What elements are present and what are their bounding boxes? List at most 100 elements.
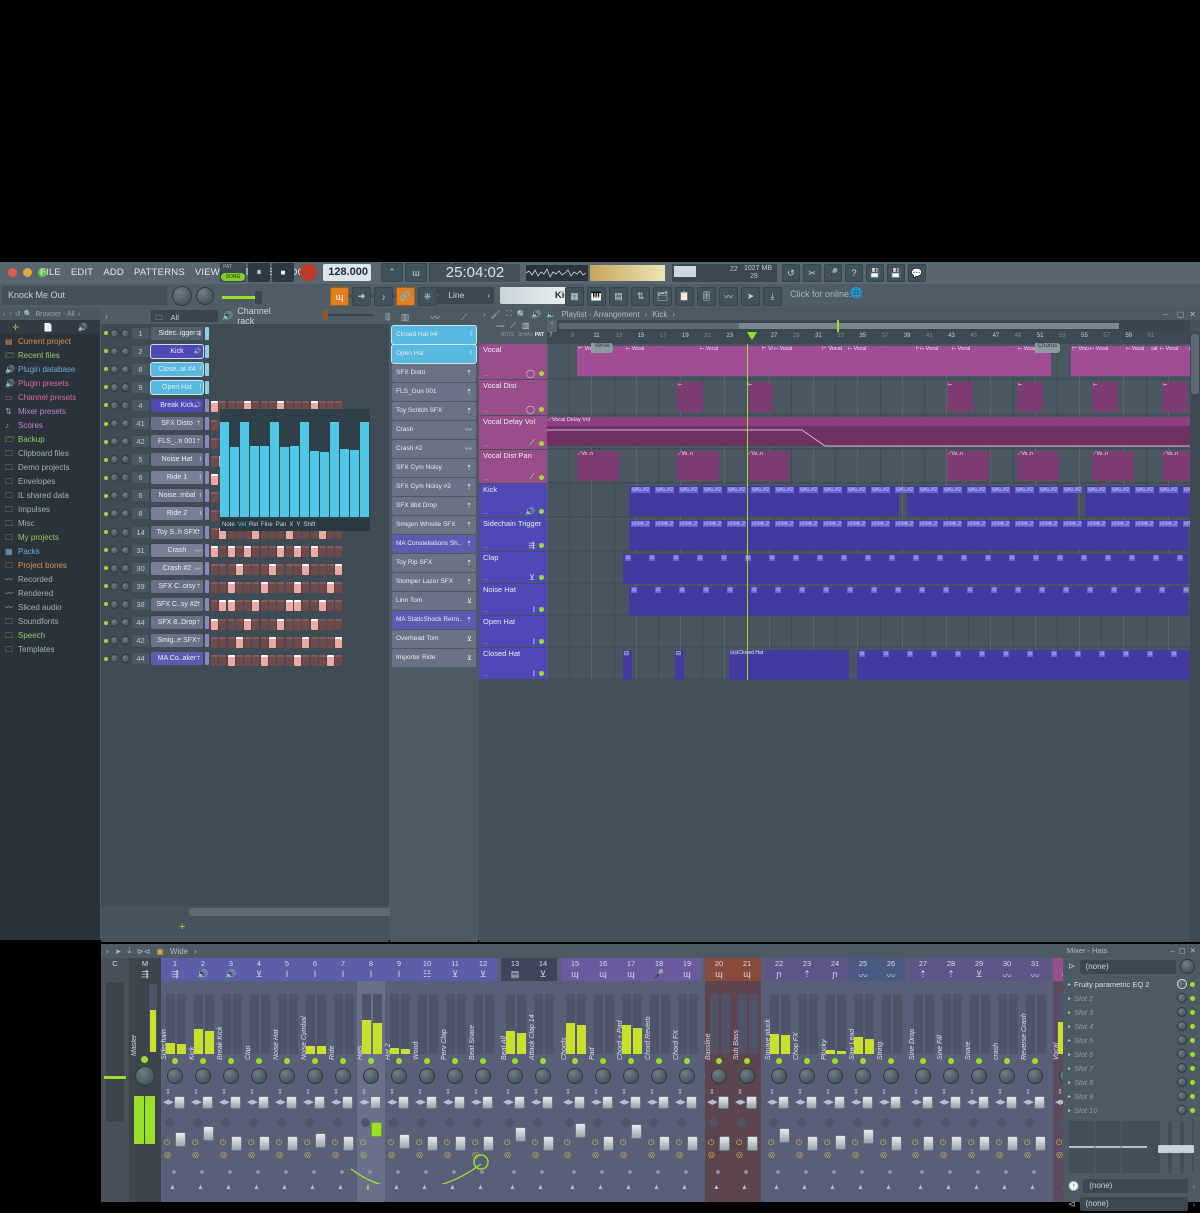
record-button[interactable] (300, 264, 317, 281)
record-arm-icon[interactable]: ◎ (940, 1150, 947, 1159)
channel-volume-knob[interactable] (121, 564, 130, 573)
channel-led[interactable] (104, 621, 108, 625)
step-button[interactable] (211, 438, 218, 449)
clip-label[interactable]: ⊟ (961, 555, 967, 561)
mixer-track-number[interactable]: 3 (217, 958, 245, 969)
channel-pan-knob[interactable] (110, 618, 119, 627)
mixer-track-pan-knob[interactable] (915, 1068, 931, 1084)
plugin-icon[interactable]: 🔊 (189, 969, 217, 981)
mixer-track-ride[interactable]: 7IRide⇕◀▶⏻◎▲ (329, 958, 357, 1202)
plugin-item[interactable]: Overhead Tom⊻ (392, 630, 476, 648)
step-button[interactable] (294, 546, 301, 557)
record-arm-icon[interactable]: ◎ (304, 1150, 311, 1159)
mixer-track-number[interactable]: 14 (529, 958, 557, 969)
save-icon[interactable]: 💾 (866, 264, 884, 282)
mixer-track-pan-knob[interactable] (711, 1068, 727, 1084)
record-arm-icon[interactable]: ◎ (504, 1150, 511, 1159)
mixer-track-pan-knob[interactable] (419, 1068, 435, 1084)
mixer-track-pan-knob[interactable] (307, 1068, 323, 1084)
pan-icon[interactable]: ◀▶ (851, 1098, 862, 1106)
step-button[interactable] (277, 655, 284, 666)
channel-pan-knob[interactable] (110, 636, 119, 645)
step-button[interactable] (335, 655, 342, 666)
channel-row[interactable]: 2Kick🔊 (101, 342, 389, 360)
mixer-track-mute-dot[interactable] (473, 1118, 482, 1127)
edison-icon[interactable]: 〰 (719, 287, 738, 306)
paint-icon[interactable]: 🖌 (491, 310, 501, 319)
audio-icon[interactable]: ⇡ (793, 969, 821, 981)
speaker-icon[interactable]: 🔊 (78, 323, 88, 332)
step-button[interactable] (302, 637, 309, 648)
channel-volume-knob[interactable] (121, 509, 130, 518)
mixer-track-led[interactable] (976, 1058, 982, 1064)
mixer-track-volume-fader[interactable] (863, 1129, 874, 1144)
mixer-track-volume-fader[interactable] (231, 1136, 242, 1151)
send-arrow-icon[interactable]: ▲ (169, 1184, 176, 1191)
step-button[interactable] (286, 564, 293, 575)
piano-icon[interactable]: ɰ (561, 969, 589, 981)
piano-icon[interactable]: ɰ (673, 969, 701, 981)
mixer-input-selector[interactable]: (none) (1080, 960, 1176, 974)
clip-label[interactable]: ⊟Sid..2 (895, 521, 914, 527)
channel-pan-knob[interactable] (110, 564, 119, 573)
clip-label[interactable]: ⊟ (1135, 587, 1141, 593)
step-button[interactable] (252, 600, 259, 611)
send-arrow-icon[interactable]: ⬇ (365, 1184, 371, 1192)
channel-name-button[interactable]: SFX 8..Drop⇡ (151, 616, 203, 629)
power-icon[interactable]: ⏻ (192, 1138, 198, 1148)
channel-number[interactable]: 2 (132, 346, 149, 357)
stereo-sep-icon[interactable]: ⇕ (677, 1088, 683, 1096)
stereo-sep-icon[interactable]: ⇕ (505, 1088, 511, 1096)
pattern-length-slider[interactable] (222, 296, 332, 299)
mixer-track-led[interactable] (284, 1058, 290, 1064)
step-button[interactable] (211, 564, 218, 575)
channel-volume-knob[interactable] (121, 437, 130, 446)
send-arrow-icon[interactable]: ▲ (393, 1184, 400, 1191)
channel-volume-knob[interactable] (121, 455, 130, 464)
channel-volume-knob[interactable] (121, 329, 130, 338)
clip-label[interactable]: ⊟Sid..2 (631, 521, 650, 527)
mixer-track-number[interactable]: 25 (849, 958, 877, 969)
mixer-slot-led[interactable] (1190, 1108, 1195, 1113)
automation-icon[interactable]: ⟋ (529, 472, 535, 482)
mixer-track-volume-fader[interactable] (951, 1136, 962, 1151)
pan-icon[interactable]: ◀▶ (359, 1098, 370, 1106)
mixer-track-volume-fader[interactable] (259, 1136, 270, 1151)
mixer-track-pan-knob[interactable] (475, 1068, 491, 1084)
mixer-slot-mix-knob[interactable] (1177, 1049, 1187, 1059)
step-button[interactable] (335, 582, 342, 593)
pan-icon[interactable]: ◀▶ (939, 1098, 950, 1106)
channel-name-button[interactable]: Close..at #4I (151, 363, 203, 376)
step-button[interactable] (252, 564, 259, 575)
mixer-track-chop-fx[interactable]: 23⇡Chop FX⇕◀▶⏻◎▲ (793, 958, 821, 1202)
mixer-track-hats[interactable]: 8IHats⇕◀▶⏻◎⬇ (357, 958, 385, 1202)
mixer-track-volume-fader[interactable] (807, 1136, 818, 1151)
step-button[interactable] (335, 564, 342, 575)
step-sequencer-row[interactable] (211, 543, 342, 557)
clip-label[interactable]: ⊟ (1033, 555, 1039, 561)
mixer-track-volume-fader[interactable] (631, 1124, 642, 1139)
power-icon[interactable]: ⏻ (736, 1138, 742, 1148)
mixer-track-beat-snare[interactable]: 12⊻Beat Snare⇕◀▶⏻◎▲ (469, 958, 497, 1202)
stereo-sep-icon[interactable]: ⇕ (277, 1088, 283, 1096)
wave-icon[interactable]: 〰 (1021, 969, 1049, 981)
mixer-track-pan-fader[interactable] (370, 1096, 381, 1109)
piano-roll-tab-icon[interactable]: ▥ (401, 312, 410, 323)
pan-icon[interactable]: ◀▶ (471, 1098, 482, 1106)
channel-name-button[interactable]: Noise..mbalI (151, 489, 203, 502)
plugin-item[interactable]: Crash〰 (392, 421, 476, 439)
utility-buttons[interactable]: ↺ ✂ 🎤 ? 💾 💾 💬 (782, 264, 926, 282)
graph-bar[interactable] (290, 446, 299, 517)
mixer-track-pan-knob[interactable] (971, 1068, 987, 1084)
clip-label[interactable]: ⊟Ki..#2 (727, 487, 746, 493)
mixer-slot-6[interactable]: ▸Slot 6 (1063, 1047, 1200, 1061)
channel-name-button[interactable]: MA Co..aker⇡ (151, 652, 203, 665)
power-icon[interactable]: ⏻ (912, 1138, 918, 1148)
graph-editor[interactable]: NoteVelRelFinePanXYShift (220, 409, 370, 531)
mixer-track-led[interactable] (368, 1058, 374, 1064)
mixer-track-volume-fader[interactable] (603, 1136, 614, 1151)
mixer-track-mute-dot[interactable] (445, 1118, 454, 1127)
send-arrow-icon[interactable]: ▲ (449, 1184, 456, 1191)
mixer-track-number[interactable]: 6 (301, 958, 329, 969)
channel-led[interactable] (104, 602, 108, 606)
